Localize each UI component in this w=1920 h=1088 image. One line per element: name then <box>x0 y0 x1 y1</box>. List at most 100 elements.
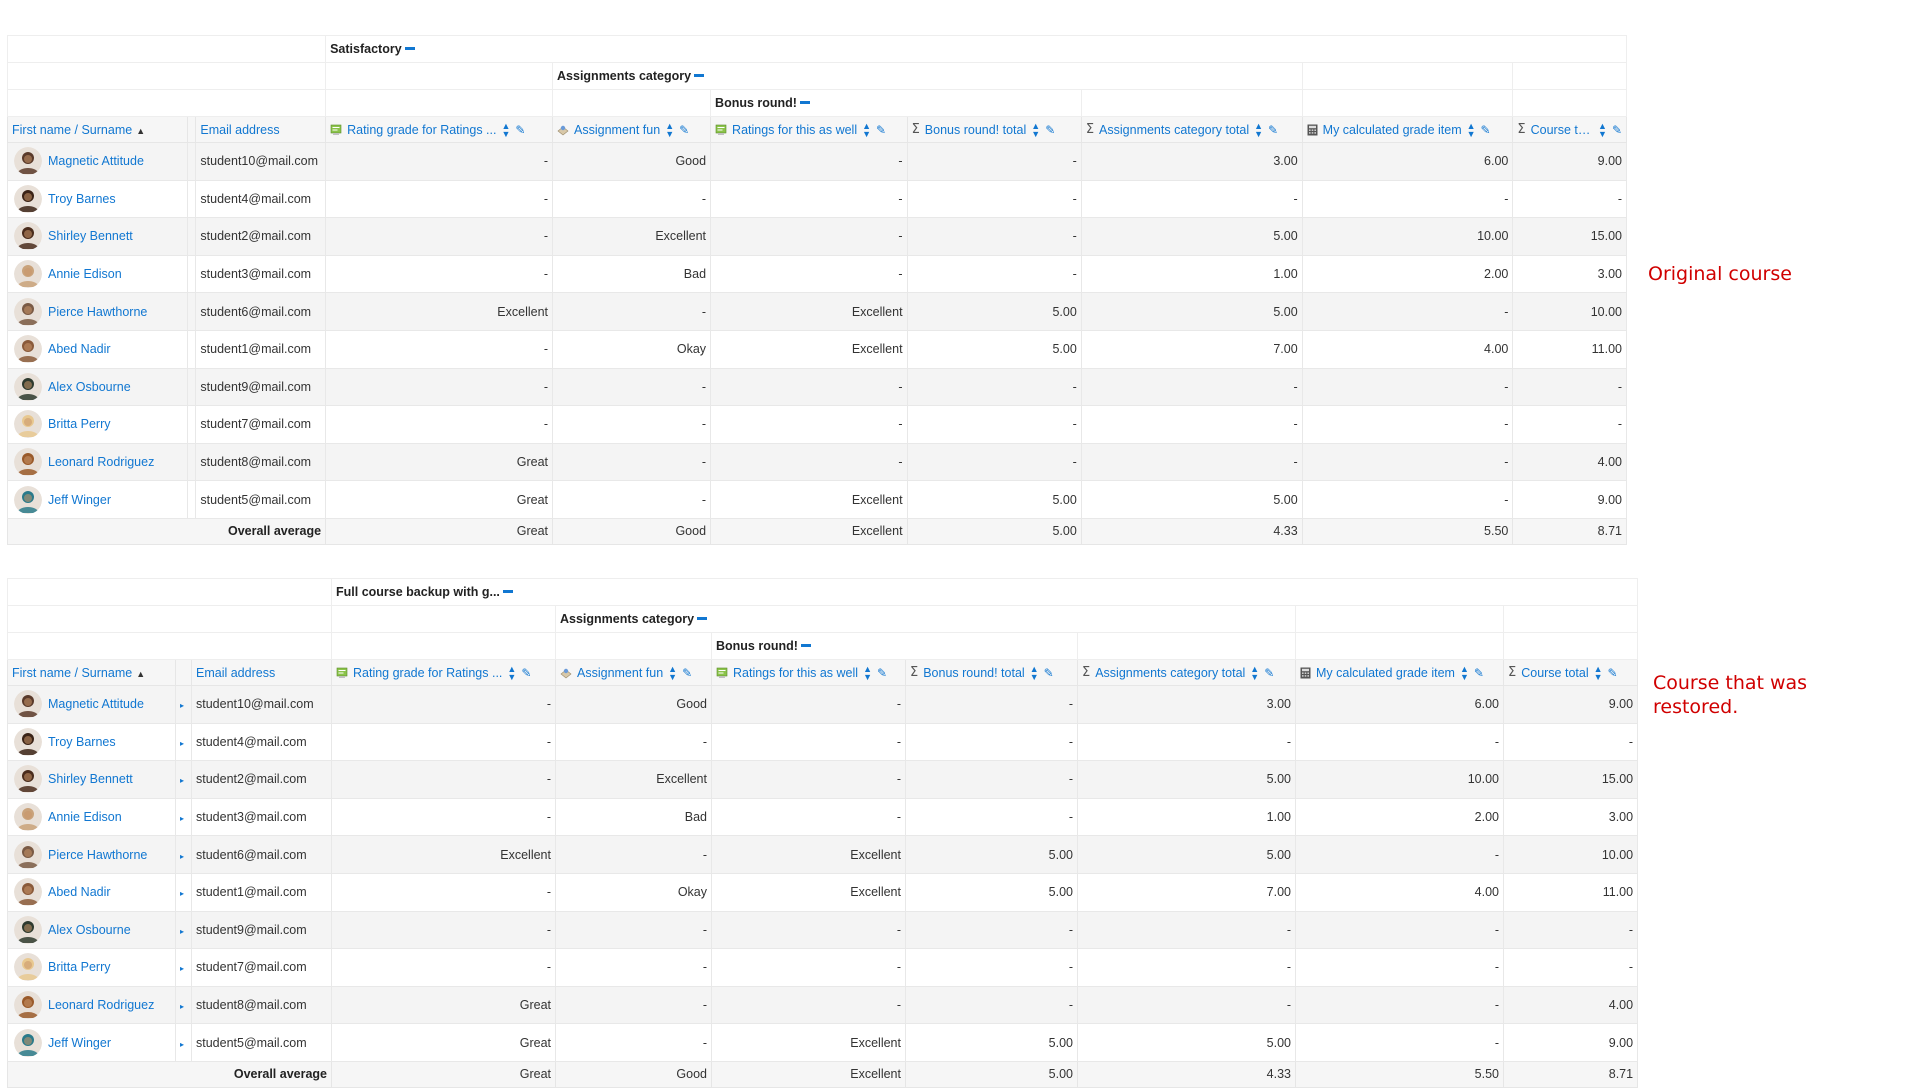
student-name-link[interactable]: Shirley Bennett <box>48 229 133 243</box>
grade-item-link[interactable]: Course total <box>1521 666 1588 680</box>
student-name-link[interactable]: Britta Perry <box>48 417 111 431</box>
grade-item-link[interactable]: Assignments category total <box>1099 123 1249 137</box>
actions-menu-icon[interactable]: ▸ <box>180 927 184 936</box>
avatar[interactable] <box>14 222 42 251</box>
grade-item-link[interactable]: Assignment fun <box>577 666 663 680</box>
name-column-header[interactable]: First name / Surname ▲ <box>7 659 176 686</box>
sort-icon[interactable]: ▲ ▼ <box>1594 664 1603 681</box>
email-column-header[interactable]: Email address <box>195 116 327 143</box>
sort-ascending-icon[interactable]: ▲ <box>136 669 145 679</box>
student-name-link[interactable]: Jeff Winger <box>48 493 111 507</box>
name-sort-link[interactable]: First name / Surname <box>12 123 132 137</box>
avatar[interactable] <box>14 915 42 944</box>
email-column-header[interactable]: Email address <box>191 659 332 686</box>
avatar[interactable] <box>14 878 42 907</box>
collapse-icon[interactable] <box>697 617 708 620</box>
sort-icon[interactable]: ▲ ▼ <box>1467 121 1476 138</box>
avatar[interactable] <box>14 297 42 326</box>
sort-icon[interactable]: ▲ ▼ <box>501 121 510 138</box>
pencil-icon[interactable]: ✎ <box>679 123 689 137</box>
collapse-icon[interactable] <box>694 74 705 77</box>
student-name-link[interactable]: Shirley Bennett <box>48 772 133 786</box>
pencil-icon[interactable]: ✎ <box>876 123 886 137</box>
avatar[interactable] <box>14 765 42 794</box>
avatar[interactable] <box>14 727 42 756</box>
sort-icon[interactable]: ▲ ▼ <box>1598 121 1607 138</box>
sort-icon[interactable]: ▲ ▼ <box>1250 664 1259 681</box>
sort-icon[interactable]: ▲ ▼ <box>668 664 677 681</box>
pencil-icon[interactable]: ✎ <box>1608 666 1618 680</box>
student-name-link[interactable]: Alex Osbourne <box>48 380 131 394</box>
pencil-icon[interactable]: ✎ <box>1612 123 1622 137</box>
sort-icon[interactable]: ▲ ▼ <box>863 664 872 681</box>
email-sort-link[interactable]: Email address <box>196 666 275 680</box>
collapse-icon[interactable] <box>800 644 811 647</box>
collapse-icon[interactable] <box>799 101 810 104</box>
avatar[interactable] <box>14 485 42 514</box>
student-name-link[interactable]: Leonard Rodriguez <box>48 455 154 469</box>
pencil-icon[interactable]: ✎ <box>1474 666 1484 680</box>
name-column-header[interactable]: First name / Surname ▲ <box>6 116 189 143</box>
grade-item-link[interactable]: Ratings for this as well <box>732 123 857 137</box>
student-name-link[interactable]: Pierce Hawthorne <box>48 305 147 319</box>
student-name-link[interactable]: Britta Perry <box>48 960 111 974</box>
avatar[interactable] <box>14 335 42 364</box>
avatar[interactable] <box>14 260 42 289</box>
grade-item-link[interactable]: My calculated grade item <box>1316 666 1455 680</box>
sort-icon[interactable]: ▲ ▼ <box>1460 664 1469 681</box>
student-name-link[interactable]: Abed Nadir <box>48 885 111 899</box>
actions-menu-icon[interactable]: ▸ <box>180 889 184 898</box>
avatar[interactable] <box>14 953 42 982</box>
grade-item-link[interactable]: My calculated grade item <box>1323 123 1462 137</box>
student-name-link[interactable]: Magnetic Attitude <box>48 697 144 711</box>
avatar[interactable] <box>14 690 42 719</box>
sort-icon[interactable]: ▲ ▼ <box>1030 664 1039 681</box>
pencil-icon[interactable]: ✎ <box>1268 123 1278 137</box>
sort-icon[interactable]: ▲ ▼ <box>665 121 674 138</box>
avatar[interactable] <box>14 840 42 869</box>
student-name-link[interactable]: Pierce Hawthorne <box>48 848 147 862</box>
email-sort-link[interactable]: Email address <box>200 123 279 137</box>
actions-menu-icon[interactable]: ▸ <box>180 964 184 973</box>
grade-item-link[interactable]: Ratings for this as well <box>733 666 858 680</box>
actions-menu-icon[interactable]: ▸ <box>180 739 184 748</box>
student-name-link[interactable]: Troy Barnes <box>48 192 116 206</box>
student-name-link[interactable]: Annie Edison <box>48 810 122 824</box>
pencil-icon[interactable]: ✎ <box>682 666 692 680</box>
collapse-icon[interactable] <box>404 47 415 50</box>
student-name-link[interactable]: Leonard Rodriguez <box>48 998 154 1012</box>
avatar[interactable] <box>14 991 42 1020</box>
pencil-icon[interactable]: ✎ <box>521 666 531 680</box>
actions-menu-icon[interactable]: ▸ <box>180 1040 184 1049</box>
avatar[interactable] <box>14 803 42 832</box>
grade-item-link[interactable]: Bonus round! total <box>925 123 1026 137</box>
grade-item-link[interactable]: Assignments category total <box>1095 666 1245 680</box>
actions-menu-icon[interactable]: ▸ <box>180 1002 184 1011</box>
student-name-link[interactable]: Alex Osbourne <box>48 923 131 937</box>
pencil-icon[interactable]: ✎ <box>1045 123 1055 137</box>
name-sort-link[interactable]: First name / Surname <box>12 666 132 680</box>
avatar[interactable] <box>14 1028 42 1057</box>
pencil-icon[interactable]: ✎ <box>1264 666 1274 680</box>
actions-menu-icon[interactable]: ▸ <box>180 701 184 710</box>
grade-item-link[interactable]: Assignment fun <box>574 123 660 137</box>
pencil-icon[interactable]: ✎ <box>1044 666 1054 680</box>
avatar[interactable] <box>14 410 42 439</box>
grade-item-link[interactable]: Rating grade for Ratings ... <box>353 666 502 680</box>
student-name-link[interactable]: Abed Nadir <box>48 342 111 356</box>
avatar[interactable] <box>14 184 42 213</box>
pencil-icon[interactable]: ✎ <box>877 666 887 680</box>
avatar[interactable] <box>14 147 42 176</box>
sort-icon[interactable]: ▲ ▼ <box>507 664 516 681</box>
sort-icon[interactable]: ▲ ▼ <box>1254 121 1263 138</box>
sort-icon[interactable]: ▲ ▼ <box>1031 121 1040 138</box>
student-name-link[interactable]: Annie Edison <box>48 267 122 281</box>
grade-item-link[interactable]: Course total <box>1531 123 1593 137</box>
sort-icon[interactable]: ▲ ▼ <box>862 121 871 138</box>
actions-menu-icon[interactable]: ▸ <box>180 852 184 861</box>
grade-item-link[interactable]: Bonus round! total <box>923 666 1024 680</box>
student-name-link[interactable]: Troy Barnes <box>48 735 116 749</box>
actions-menu-icon[interactable]: ▸ <box>180 776 184 785</box>
grade-item-link[interactable]: Rating grade for Ratings ... <box>347 123 496 137</box>
student-name-link[interactable]: Jeff Winger <box>48 1036 111 1050</box>
